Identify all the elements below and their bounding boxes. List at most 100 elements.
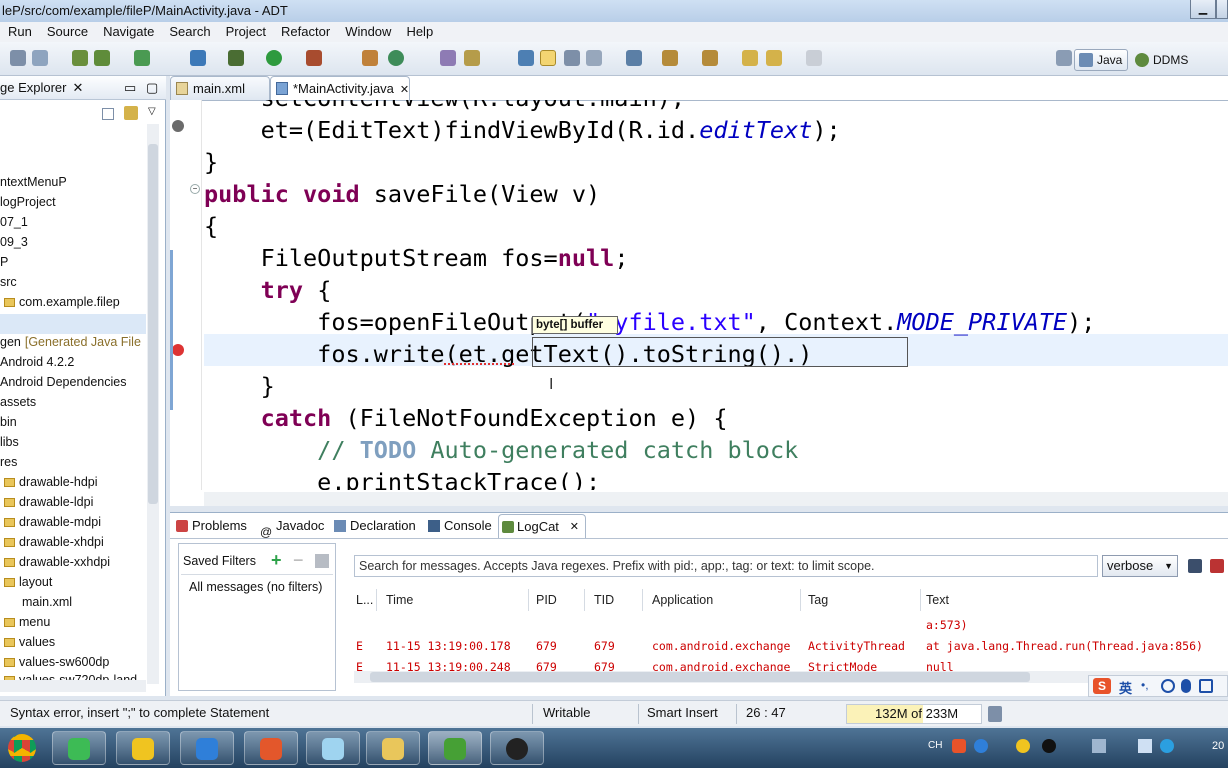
new-package-icon[interactable] bbox=[362, 50, 378, 66]
android-sdk-icon[interactable] bbox=[72, 50, 88, 66]
editor-h-scrollbar[interactable] bbox=[204, 492, 1228, 506]
debug-icon[interactable] bbox=[228, 50, 244, 66]
tree-item[interactable]: gen [Generated Java File bbox=[0, 335, 141, 349]
maximize-icon[interactable]: ▢ bbox=[146, 76, 158, 100]
new-icon[interactable] bbox=[10, 50, 26, 66]
new-type-icon[interactable] bbox=[388, 50, 404, 66]
chrome-taskbar-item[interactable] bbox=[0, 730, 46, 766]
java-perspective-button[interactable]: Java bbox=[1074, 49, 1129, 71]
next-annotation-icon[interactable] bbox=[662, 50, 678, 66]
back-icon[interactable] bbox=[766, 50, 782, 66]
eclipse-taskbar-item[interactable] bbox=[428, 731, 482, 765]
run-icon[interactable] bbox=[266, 50, 282, 66]
tree-item[interactable]: 09_3 bbox=[0, 235, 28, 249]
sogou-tray-icon[interactable] bbox=[952, 739, 966, 753]
language-indicator[interactable]: CH bbox=[928, 740, 942, 751]
last-edit-icon[interactable] bbox=[742, 50, 758, 66]
tree-item[interactable]: values-sw600dp bbox=[4, 655, 109, 669]
external-tools-icon[interactable] bbox=[306, 50, 322, 66]
phone-taskbar-item[interactable] bbox=[180, 731, 234, 765]
tree-item[interactable]: bin bbox=[0, 415, 17, 429]
menu-search[interactable]: Search bbox=[169, 24, 210, 39]
scrollbar-thumb[interactable] bbox=[148, 144, 158, 504]
tree-item[interactable]: 07_1 bbox=[0, 215, 28, 229]
music-taskbar-item[interactable] bbox=[116, 731, 170, 765]
tray-app-icon[interactable] bbox=[1016, 739, 1030, 753]
error-icon[interactable] bbox=[172, 344, 184, 356]
media-player-taskbar-item[interactable] bbox=[52, 731, 106, 765]
tree-item[interactable]: src bbox=[0, 275, 17, 289]
android-emulator-taskbar-item[interactable] bbox=[490, 731, 544, 765]
show-whitespace-icon[interactable] bbox=[586, 50, 602, 66]
tab-mainactivity-java[interactable]: *MainActivity.java ✕ bbox=[270, 76, 410, 100]
view-menu-icon[interactable]: ▽ bbox=[148, 106, 156, 117]
open-perspective-icon[interactable] bbox=[1056, 50, 1072, 66]
annotation-icon[interactable] bbox=[518, 50, 534, 66]
task-icon[interactable] bbox=[134, 50, 150, 66]
tree-item[interactable]: libs bbox=[0, 435, 19, 449]
security-tray-icon[interactable] bbox=[1160, 739, 1174, 753]
tree-item[interactable]: values bbox=[4, 635, 55, 649]
menu-window[interactable]: Window bbox=[345, 24, 391, 39]
tree-item[interactable]: menu bbox=[4, 615, 50, 629]
office-taskbar-item[interactable] bbox=[244, 731, 298, 765]
pin-icon[interactable] bbox=[626, 50, 642, 66]
tree-item[interactable]: res bbox=[0, 455, 17, 469]
explorer-taskbar-item[interactable] bbox=[366, 731, 420, 765]
tree-item[interactable]: ntextMenuP bbox=[0, 175, 67, 189]
tree-item[interactable]: drawable-hdpi bbox=[4, 475, 98, 489]
previous-annotation-icon[interactable] bbox=[702, 50, 718, 66]
tab-main-xml[interactable]: main.xml bbox=[170, 76, 270, 100]
tree-item[interactable]: main.xml bbox=[22, 595, 72, 609]
breakpoint-icon[interactable] bbox=[172, 120, 184, 132]
menu-help[interactable]: Help bbox=[406, 24, 433, 39]
mark-occurrences-icon[interactable] bbox=[540, 50, 556, 66]
menu-run[interactable]: Run bbox=[8, 24, 32, 39]
menu-navigate[interactable]: Navigate bbox=[103, 24, 154, 39]
code-area[interactable]: setContentView(R.layout.main); et=(EditT… bbox=[204, 100, 1228, 490]
menu-refactor[interactable]: Refactor bbox=[281, 24, 330, 39]
new-class-icon[interactable] bbox=[190, 50, 206, 66]
tree-item[interactable]: drawable-ldpi bbox=[4, 495, 93, 509]
save-icon[interactable] bbox=[32, 50, 48, 66]
notes-taskbar-item[interactable] bbox=[306, 731, 360, 765]
keyboard-icon[interactable] bbox=[1199, 679, 1213, 693]
heap-status[interactable]: 132M of 233M bbox=[846, 704, 982, 724]
emoji-icon[interactable] bbox=[1161, 679, 1175, 693]
tree-item[interactable]: assets bbox=[0, 395, 36, 409]
minimize-button[interactable]: ▁ bbox=[1190, 0, 1216, 19]
tree-item[interactable]: Android 4.2.2 bbox=[0, 355, 74, 369]
scrollbar-thumb[interactable] bbox=[370, 672, 1030, 682]
explorer-h-scrollbar[interactable] bbox=[0, 680, 146, 692]
ime-mode-label[interactable]: 英 bbox=[1119, 678, 1132, 697]
volume-tray-icon[interactable] bbox=[1138, 739, 1152, 753]
mic-icon[interactable] bbox=[1181, 679, 1191, 693]
menu-source[interactable]: Source bbox=[47, 24, 88, 39]
help-tray-icon[interactable] bbox=[974, 739, 988, 753]
ddms-perspective-button[interactable]: DDMS bbox=[1130, 49, 1194, 71]
tree-item[interactable]: logProject bbox=[0, 195, 56, 209]
clock[interactable]: 20 bbox=[1212, 740, 1224, 752]
fold-icon[interactable]: − bbox=[190, 184, 200, 194]
punct-icon[interactable]: •, bbox=[1141, 678, 1149, 692]
maximize-button[interactable] bbox=[1216, 0, 1228, 19]
block-selection-icon[interactable] bbox=[564, 50, 580, 66]
qq-tray-icon[interactable] bbox=[1042, 739, 1056, 753]
gc-trash-icon[interactable] bbox=[988, 706, 1002, 722]
search-icon[interactable] bbox=[464, 50, 480, 66]
close-icon[interactable]: ✕ bbox=[400, 84, 409, 96]
network-tray-icon[interactable] bbox=[1092, 739, 1106, 753]
forward-icon[interactable] bbox=[806, 50, 822, 66]
explorer-scrollbar[interactable] bbox=[147, 124, 159, 684]
tree-item[interactable]: drawable-xhdpi bbox=[4, 535, 104, 549]
tree-item[interactable]: drawable-mdpi bbox=[4, 515, 101, 529]
tree-item[interactable]: Android Dependencies bbox=[0, 375, 126, 389]
menu-project[interactable]: Project bbox=[226, 24, 266, 39]
open-type-icon[interactable] bbox=[440, 50, 456, 66]
tree-item[interactable]: com.example.filep bbox=[4, 295, 120, 309]
tree-item[interactable]: P bbox=[0, 255, 8, 269]
sogou-icon[interactable]: S bbox=[1093, 678, 1111, 694]
tree-item[interactable]: layout bbox=[4, 575, 52, 589]
avd-manager-icon[interactable] bbox=[94, 50, 110, 66]
tree-item[interactable]: drawable-xxhdpi bbox=[4, 555, 110, 569]
